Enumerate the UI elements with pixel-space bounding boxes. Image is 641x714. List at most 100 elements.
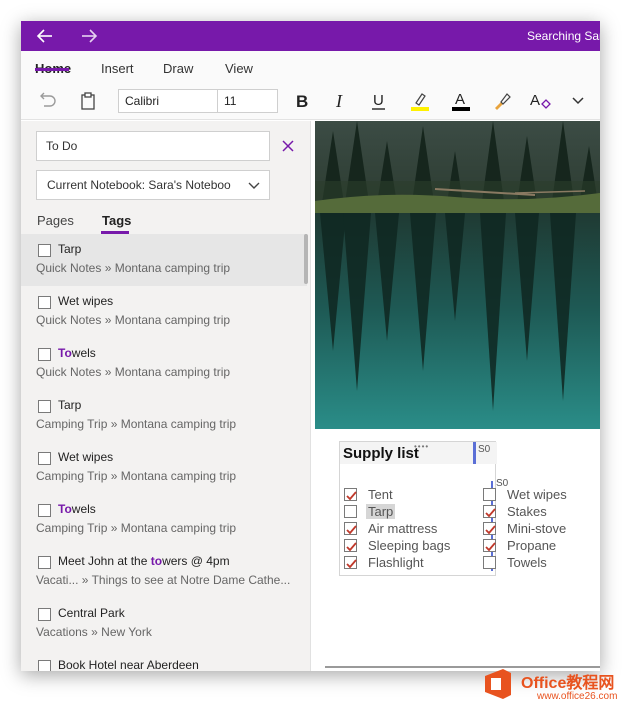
search-input[interactable]: To Do bbox=[36, 131, 270, 161]
result-title: Towels bbox=[58, 502, 96, 516]
page-canvas[interactable]: Supply list •••• S0 S0 Tent Tarp Air mattr… bbox=[311, 121, 600, 671]
result-title: Wet wipes bbox=[58, 294, 113, 308]
supply-item-label[interactable]: Sleeping bags bbox=[368, 538, 450, 553]
todo-checkbox[interactable] bbox=[38, 400, 51, 413]
underline-button[interactable]: U bbox=[366, 88, 392, 114]
checkmark-icon bbox=[346, 491, 357, 501]
search-result-item[interactable]: Wet wipes Camping Trip » Montana camping … bbox=[21, 442, 307, 494]
chevron-down-icon[interactable] bbox=[247, 179, 261, 193]
search-result-item[interactable]: Central Park Vacations » New York bbox=[21, 598, 307, 650]
font-name-input[interactable]: Calibri bbox=[118, 89, 218, 113]
tab-pages[interactable]: Pages bbox=[37, 213, 74, 228]
search-result-item[interactable]: Towels Quick Notes » Montana camping trip bbox=[21, 338, 307, 390]
supply-checkbox[interactable] bbox=[344, 505, 357, 518]
highlighter-icon bbox=[411, 93, 429, 111]
arrow-right-icon bbox=[82, 29, 98, 43]
supply-checkbox[interactable] bbox=[483, 539, 496, 552]
drag-grip-icon[interactable]: •••• bbox=[414, 442, 429, 451]
supply-item-label[interactable]: Towels bbox=[507, 555, 547, 570]
onenote-window: Searching Sar Home Insert Draw View Cali… bbox=[21, 21, 600, 671]
svg-text:U: U bbox=[373, 92, 384, 109]
back-button[interactable] bbox=[33, 25, 57, 47]
supply-checkbox[interactable] bbox=[344, 488, 357, 501]
note-container-header[interactable]: Supply list •••• S0 bbox=[340, 442, 497, 464]
tab-view[interactable]: View bbox=[225, 61, 253, 76]
supply-item-label[interactable]: Propane bbox=[507, 538, 556, 553]
tab-insert[interactable]: Insert bbox=[101, 61, 134, 76]
supply-checkbox[interactable] bbox=[344, 522, 357, 535]
todo-checkbox[interactable] bbox=[38, 608, 51, 621]
supply-item-label[interactable]: Tent bbox=[368, 487, 393, 502]
result-location: Quick Notes » Montana camping trip bbox=[36, 313, 231, 327]
paintbrush-icon bbox=[495, 93, 511, 110]
column-marker: S0 bbox=[478, 444, 491, 455]
italic-icon: I bbox=[335, 91, 343, 111]
office-logo-icon bbox=[485, 669, 511, 699]
search-result-item[interactable]: Towels Camping Trip » Montana camping tri… bbox=[21, 494, 307, 546]
todo-checkbox[interactable] bbox=[38, 348, 51, 361]
supply-list-title[interactable]: Supply list bbox=[343, 445, 419, 462]
underline-icon: U bbox=[372, 92, 385, 110]
supply-checkbox[interactable] bbox=[344, 556, 357, 569]
supply-checkbox[interactable] bbox=[483, 522, 496, 535]
undo-icon bbox=[40, 92, 56, 107]
bold-button[interactable]: B bbox=[289, 88, 315, 114]
todo-checkbox[interactable] bbox=[38, 296, 51, 309]
result-location: Quick Notes » Montana camping trip bbox=[36, 365, 231, 379]
checkmark-icon bbox=[485, 508, 496, 518]
italic-button[interactable]: I bbox=[327, 88, 353, 114]
active-tab-indicator bbox=[35, 68, 69, 71]
checkmark-icon bbox=[485, 542, 496, 552]
result-title-text: Book Hotel near Aberdeen bbox=[58, 658, 199, 671]
search-result-item[interactable]: Wet wipes Quick Notes » Montana camping t… bbox=[21, 286, 307, 338]
watermark: Office教程网 www.office26.com bbox=[477, 661, 637, 711]
supply-item-label[interactable]: Flashlight bbox=[368, 555, 424, 570]
result-title-text: Wet wipes bbox=[58, 294, 114, 308]
result-title-text: wers @ 4pm bbox=[162, 554, 230, 568]
search-match-highlight: to bbox=[150, 554, 163, 568]
more-options-button[interactable] bbox=[565, 88, 591, 114]
search-scope-dropdown[interactable]: Current Notebook: Sara's Noteboo bbox=[36, 170, 270, 200]
supply-item-label[interactable]: Stakes bbox=[507, 504, 547, 519]
todo-checkbox[interactable] bbox=[38, 660, 51, 671]
todo-checkbox[interactable] bbox=[38, 244, 51, 257]
todo-checkbox[interactable] bbox=[38, 556, 51, 569]
search-result-item[interactable]: Meet John at the towers @ 4pm Vacati... »… bbox=[21, 546, 307, 598]
undo-button[interactable] bbox=[35, 88, 61, 114]
result-title: Tarp bbox=[58, 398, 81, 412]
supply-checkbox[interactable] bbox=[483, 488, 496, 501]
clipboard-button[interactable] bbox=[75, 88, 101, 114]
supply-item-label[interactable]: Wet wipes bbox=[507, 487, 567, 502]
result-title-text: Tarp bbox=[58, 242, 82, 256]
close-icon[interactable] bbox=[280, 138, 296, 154]
supply-checkbox[interactable] bbox=[344, 539, 357, 552]
forward-button[interactable] bbox=[77, 25, 101, 47]
checkmark-icon bbox=[346, 559, 357, 569]
search-result-item[interactable]: Tarp Quick Notes » Montana camping trip bbox=[21, 234, 307, 286]
supply-item-label[interactable]: Air mattress bbox=[368, 521, 437, 536]
supply-checkbox[interactable] bbox=[483, 505, 496, 518]
highlight-button[interactable] bbox=[407, 88, 433, 114]
font-size-input[interactable]: 11 bbox=[218, 89, 278, 113]
todo-checkbox[interactable] bbox=[38, 452, 51, 465]
supply-item-label[interactable]: Tarp bbox=[366, 504, 396, 519]
result-title-text: Wet wipes bbox=[58, 450, 114, 464]
search-result-item[interactable]: Tarp Camping Trip » Montana camping trip bbox=[21, 390, 307, 442]
tab-draw[interactable]: Draw bbox=[163, 61, 193, 76]
result-location: Camping Trip » Montana camping trip bbox=[36, 469, 237, 483]
text-styles-button[interactable]: A bbox=[527, 88, 553, 114]
resize-handle[interactable] bbox=[473, 442, 476, 464]
result-title-text: wels bbox=[71, 346, 96, 360]
tab-tags[interactable]: Tags bbox=[102, 213, 131, 228]
search-result-item[interactable]: Book Hotel near Aberdeen bbox=[21, 650, 307, 671]
checkmark-icon bbox=[346, 542, 357, 552]
format-painter-button[interactable] bbox=[489, 88, 515, 114]
todo-checkbox[interactable] bbox=[38, 504, 51, 517]
supply-checkbox[interactable] bbox=[483, 556, 496, 569]
results-scrollbar[interactable] bbox=[304, 234, 308, 284]
result-location: Quick Notes » Montana camping trip bbox=[36, 261, 231, 275]
result-title: Book Hotel near Aberdeen bbox=[58, 658, 199, 671]
supply-item-label[interactable]: Mini-stove bbox=[507, 521, 566, 536]
font-color-button[interactable]: A bbox=[448, 88, 474, 114]
search-match-highlight: To bbox=[58, 346, 72, 360]
